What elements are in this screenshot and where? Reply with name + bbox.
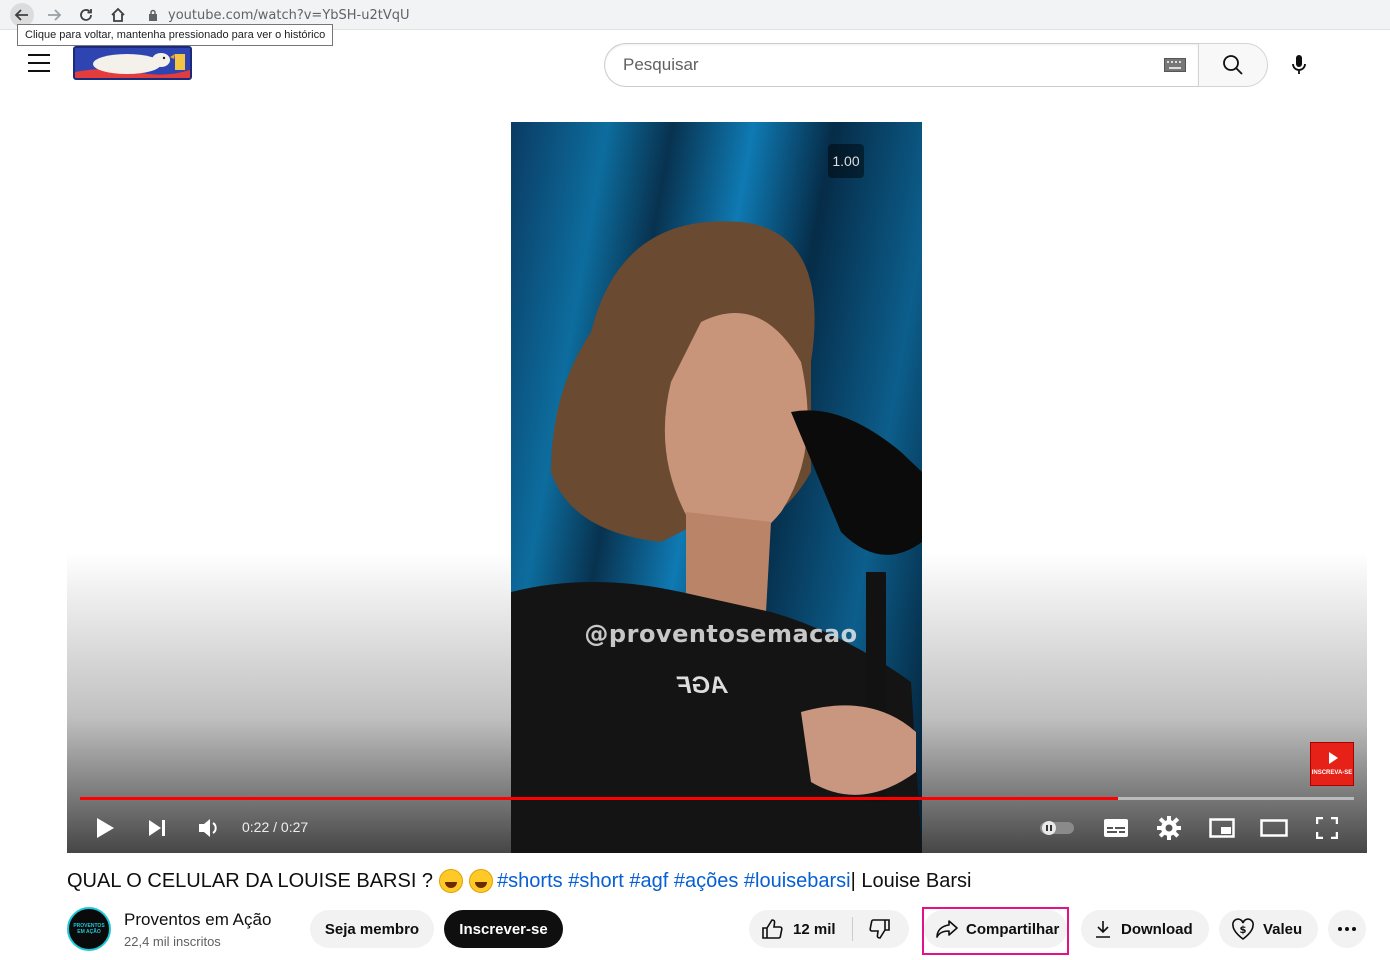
url-text: youtube.com/watch?v=YbSH-u2tVqU [168, 7, 410, 23]
theater-mode-icon [1260, 819, 1288, 837]
like-button[interactable]: 12 mil [749, 910, 853, 948]
miniplayer-icon [1209, 818, 1235, 838]
doodle-logo-image [75, 48, 190, 78]
share-label: Compartilhar [966, 920, 1060, 938]
shirt-logo-text: AGF [677, 672, 728, 699]
thumbs-up-icon [762, 919, 783, 939]
keyboard-icon[interactable] [1164, 58, 1186, 72]
arrow-right-icon [48, 9, 62, 21]
gear-icon [1157, 816, 1181, 840]
subscribe-button[interactable]: Inscrever-se [444, 910, 563, 948]
play-icon [97, 818, 114, 838]
like-count: 12 mil [793, 920, 836, 938]
video-player[interactable]: 1.00 @proventosemacao AGF INSCREVA-SE 0:… [67, 122, 1367, 853]
player-controls: 0:22 / 0:27 [67, 810, 1367, 846]
settings-button[interactable] [1152, 810, 1186, 846]
mute-button[interactable] [193, 810, 225, 846]
hamburger-line [28, 62, 50, 64]
more-horizontal-icon [1338, 927, 1356, 931]
time-display: 0:22 / 0:27 [242, 819, 309, 835]
avatar-text: EM AÇÃO [77, 929, 101, 935]
search-placeholder: Pesquisar [623, 55, 699, 74]
hamburger-line [28, 54, 50, 56]
subscriber-count: 22,4 mil inscritos [124, 934, 221, 949]
menu-button[interactable] [28, 54, 50, 72]
next-button[interactable] [141, 810, 173, 846]
voice-search-button[interactable] [1280, 46, 1318, 84]
channel-avatar[interactable]: PROVENTOS EM AÇÃO [67, 907, 111, 951]
download-icon [1096, 921, 1110, 938]
video-title-suffix: | Louise Barsi [850, 869, 972, 892]
join-membership-button[interactable]: Seja membro [310, 910, 434, 948]
dislike-button[interactable] [853, 910, 907, 948]
youtube-logo[interactable] [73, 46, 192, 80]
laughing-emoji-icon [439, 869, 464, 893]
fullscreen-button[interactable] [1310, 810, 1344, 846]
video-watermark: @proventosemacao [584, 620, 858, 648]
subscribe-card-text: INSCREVA-SE [1311, 770, 1353, 776]
heart-dollar-icon: $ [1232, 918, 1254, 940]
autoplay-toggle[interactable] [1037, 810, 1077, 846]
video-title-text: QUAL O CELULAR DA LOUISE BARSI ? [67, 869, 434, 892]
fullscreen-icon [1316, 817, 1338, 839]
svg-text:$: $ [1240, 925, 1247, 936]
progress-bar[interactable] [80, 797, 1354, 800]
lock-icon [149, 9, 157, 21]
thumbs-down-icon [868, 919, 890, 939]
arrow-left-icon [14, 9, 28, 21]
share-button[interactable]: Compartilhar [924, 910, 1067, 948]
reload-icon [80, 9, 92, 21]
search-button[interactable] [1198, 43, 1268, 87]
progress-played [80, 797, 1119, 800]
subtitles-icon [1104, 819, 1128, 837]
subtitles-button[interactable] [1099, 810, 1133, 846]
thanks-button[interactable]: $ Valeu [1219, 910, 1318, 948]
speed-badge: 1.00 [828, 144, 864, 178]
subscribe-watermark-card[interactable]: INSCREVA-SE [1310, 742, 1354, 786]
share-icon [936, 920, 958, 938]
skip-next-icon [149, 820, 165, 836]
play-button[interactable] [89, 810, 121, 846]
thanks-label: Valeu [1263, 920, 1303, 938]
autoplay-toggle-icon [1040, 821, 1074, 835]
back-tooltip: Clique para voltar, mantenha pressionado… [17, 24, 334, 46]
rolling-laughing-emoji-icon [469, 869, 494, 893]
home-icon [111, 7, 125, 22]
video-frame[interactable]: 1.00 @proventosemacao AGF [511, 122, 922, 853]
like-dislike-group: 12 mil [749, 910, 909, 948]
video-hashtags[interactable]: #shorts #short #agf #ações #louisebarsi [497, 870, 851, 893]
download-label: Download [1121, 920, 1193, 938]
search-input[interactable]: Pesquisar [604, 43, 1198, 87]
volume-icon [199, 819, 217, 837]
more-actions-button[interactable] [1328, 910, 1366, 948]
theater-mode-button[interactable] [1257, 810, 1291, 846]
play-triangle-icon [1328, 752, 1338, 764]
search-icon [1223, 55, 1243, 75]
miniplayer-button[interactable] [1205, 810, 1239, 846]
video-title: QUAL O CELULAR DA LOUISE BARSI ? #shorts… [67, 869, 971, 893]
channel-name[interactable]: Proventos em Ação [124, 910, 271, 930]
microphone-icon [1292, 55, 1306, 74]
hamburger-line [28, 70, 50, 72]
video-content-image [511, 221, 922, 853]
download-button[interactable]: Download [1081, 910, 1209, 948]
search-bar: Pesquisar [604, 43, 1268, 87]
